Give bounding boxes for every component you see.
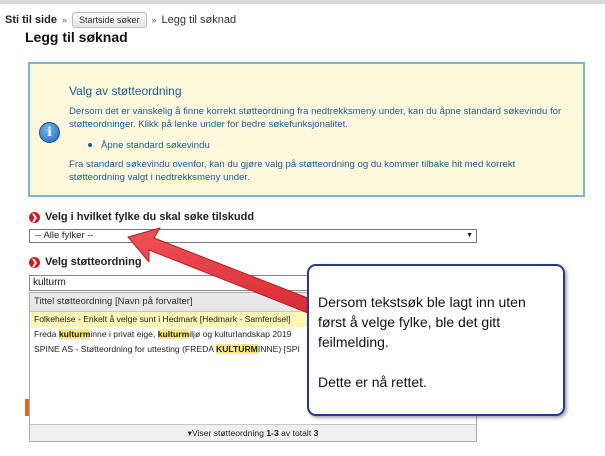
orange-strip [25,399,29,416]
fylke-selected-value: -- Alle fylker -- [35,230,94,241]
breadcrumb: Sti til side » Startside søker » Legg ti… [0,10,236,30]
info-title: Valg av støtteordning [69,84,182,98]
breadcrumb-current: Legg til søknad [161,14,237,26]
required-icon: ❯ [29,211,40,223]
bullet-icon [88,143,92,148]
fylke-select[interactable]: -- Alle fylker -- ▼ [29,229,477,243]
match-highlight: kulturm [58,329,91,339]
info-icon: i [39,122,60,143]
list-item-text: iljø og kulturlandskap 2019 [189,329,292,339]
footer-text: Viser støtteordning [191,428,267,438]
match-highlight: kulturm [157,329,190,339]
list-item-text: inne i privat eige, [90,329,158,339]
top-bar [0,0,605,4]
required-icon: ❯ [29,256,40,268]
breadcrumb-prefix: Sti til side [5,14,57,26]
breadcrumb-separator: » [61,15,67,25]
fylke-label: ❯ Velg i hvilket fylke du skal søke tils… [29,211,254,223]
match-highlight: KULTURM [215,344,258,354]
info-paragraph: Fra standard søkevindu ovenfor, kan du g… [69,159,516,183]
list-item-text: INNE) [SPI [257,344,300,354]
open-search-window-label[interactable]: Åpne standard søkevindu [101,140,210,151]
list-item-text: Freda [34,329,59,339]
breadcrumb-separator: » [151,15,157,25]
list-item-text: Folkehelse - Enkelt å velge sunt i Hedma… [34,314,291,324]
startside-soker-button[interactable]: Startside søker [71,12,147,28]
list-item-text: SPINE AS - Støtteordning for uttesting (… [34,344,216,354]
annotation-callout: Dersom tekstsøk ble lagt inn uten først … [307,264,565,416]
stotte-label-text: Velg støtteordning [45,256,142,268]
chevron-down-icon[interactable]: ▼ [466,230,473,242]
callout-line1: Dersom tekstsøk ble lagt inn uten først … [318,294,526,350]
page-title: Legg til søknad [25,29,128,45]
fylke-label-text: Velg i hvilket fylke du skal søke tilsku… [45,211,255,223]
open-search-window-link[interactable]: Åpne standard søkevindu [88,140,210,151]
info-paragraph: Dersom det er vanskelig å finne korrekt … [69,106,562,130]
callout-line2: Dette er nå rettet. [318,374,427,390]
footer-total: 3 [313,428,319,438]
footer-range: 1-3 [266,428,279,438]
stotte-label: ❯ Velg støtteordning [29,256,142,268]
footer-text: av totalt [278,428,314,438]
info-box: i Valg av støtteordning Dersom det er va… [28,62,585,197]
dropdown-footer: ▾Viser støtteordning 1-3 av totalt 3 [30,424,476,441]
